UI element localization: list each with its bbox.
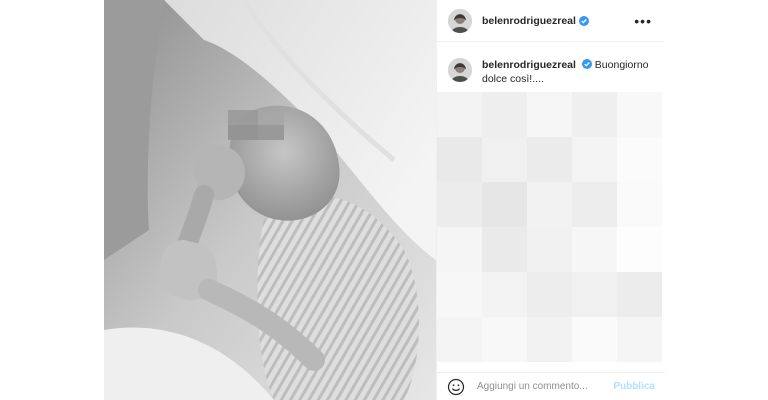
- emoji-icon[interactable]: [447, 378, 465, 396]
- avatar-image: [448, 58, 472, 82]
- post-header: belenrodriguezreal •••: [437, 0, 664, 42]
- post-sidebar: belenrodriguezreal ••• belenrodriguezrea…: [436, 0, 665, 400]
- instagram-post: belenrodriguezreal ••• belenrodriguezrea…: [104, 0, 665, 400]
- caption: belenrodriguezreal Buongiorno dolce così…: [437, 42, 664, 86]
- avatar[interactable]: [448, 8, 472, 33]
- header-username[interactable]: belenrodriguezreal: [482, 15, 576, 27]
- verified-badge-icon: [581, 59, 592, 69]
- caption-avatar[interactable]: [448, 58, 472, 82]
- comment-bar: Pubblica: [437, 372, 665, 400]
- more-options-icon[interactable]: •••: [634, 14, 652, 28]
- avatar-image: [448, 8, 472, 33]
- publish-button[interactable]: Pubblica: [613, 381, 655, 392]
- comment-input[interactable]: [475, 380, 607, 393]
- caption-username[interactable]: belenrodriguezreal: [482, 59, 576, 71]
- post-photo[interactable]: [104, 0, 436, 400]
- verified-badge-icon: [578, 15, 589, 26]
- baby-sleeping-photo: [104, 0, 436, 400]
- blurred-comments-area: [437, 92, 665, 372]
- caption-text: belenrodriguezreal Buongiorno dolce così…: [482, 58, 650, 86]
